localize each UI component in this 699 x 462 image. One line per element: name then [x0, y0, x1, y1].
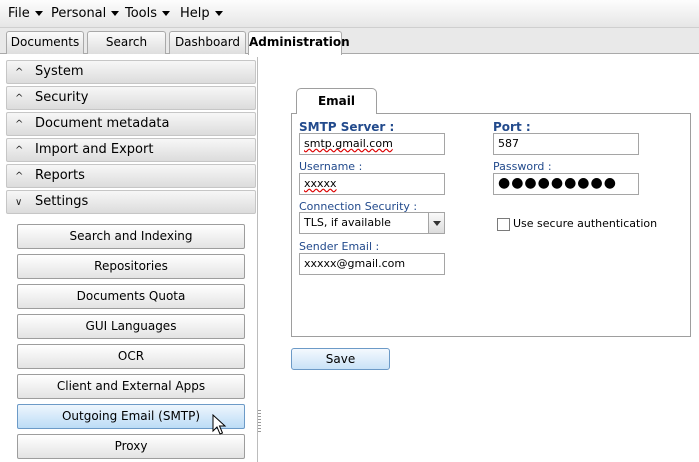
sidebar-section-import-export[interactable]: ^ Import and Export — [6, 138, 256, 162]
smtp-server-value: smtp.gmail.com — [304, 137, 393, 150]
secure-auth-checkbox[interactable] — [497, 218, 510, 231]
chevron-up-icon: ^ — [15, 93, 24, 104]
password-label: Password : — [493, 160, 552, 173]
chevron-up-icon: ^ — [15, 119, 24, 130]
smtp-server-label: SMTP Server : — [299, 120, 395, 134]
connection-security-value: TLS, if available — [304, 216, 391, 229]
sidebar-section-label: Import and Export — [35, 142, 154, 157]
sidebar-section-label: System — [35, 64, 84, 79]
sidebar-section-label: Document metadata — [35, 116, 170, 131]
chevron-down-icon — [162, 11, 171, 16]
settings-proxy-button[interactable]: Proxy — [17, 434, 245, 459]
chevron-down-icon — [34, 11, 43, 16]
save-button[interactable]: Save — [291, 348, 390, 370]
menu-tools[interactable]: Tools — [125, 6, 171, 21]
port-input[interactable]: 587 — [493, 133, 639, 155]
tab-administration[interactable]: Administration — [248, 31, 350, 55]
chevron-up-icon: ^ — [15, 145, 24, 156]
sidebar-section-label: Settings — [35, 194, 89, 209]
sidebar-section-label: Security — [35, 90, 89, 105]
settings-outgoing-email-button[interactable]: Outgoing Email (SMTP) — [17, 404, 245, 429]
secure-auth-label: Use secure authentication — [513, 217, 658, 230]
connection-security-select[interactable]: TLS, if available — [299, 212, 445, 234]
chevron-up-icon: ^ — [15, 171, 24, 182]
settings-ocr-button[interactable]: OCR — [17, 344, 245, 369]
menu-file[interactable]: File — [8, 6, 43, 21]
sidebar-section-settings[interactable]: ∨ Settings — [6, 190, 256, 214]
username-label: Username : — [299, 160, 363, 173]
panel-splitter-handle[interactable] — [258, 410, 261, 432]
settings-documents-quota-button[interactable]: Documents Quota — [17, 284, 245, 309]
sidebar-section-system[interactable]: ^ System — [6, 60, 256, 84]
port-label: Port : — [493, 120, 531, 134]
tab-dashboard[interactable]: Dashboard — [169, 31, 246, 54]
mouse-pointer-icon — [212, 414, 227, 435]
chevron-down-icon — [111, 11, 120, 16]
admin-sidebar: ^ System ^ Security ^ Document metadata ^ Im… — [4, 57, 258, 462]
menu-personal-label: Personal — [51, 6, 107, 21]
chevron-down-icon: ∨ — [15, 197, 23, 208]
sidebar-section-reports[interactable]: ^ Reports — [6, 164, 256, 188]
menu-help[interactable]: Help — [180, 6, 223, 21]
menu-file-label: File — [8, 6, 30, 21]
sidebar-section-label: Reports — [35, 168, 85, 183]
settings-gui-languages-button[interactable]: GUI Languages — [17, 314, 245, 339]
tab-bar: Documents Search Dashboard Administratio… — [0, 28, 699, 55]
tab-documents[interactable]: Documents — [6, 31, 84, 54]
sender-email-label: Sender Email : — [299, 240, 380, 253]
smtp-server-input[interactable]: smtp.gmail.com — [299, 133, 445, 155]
chevron-down-icon[interactable] — [428, 213, 444, 233]
menu-personal[interactable]: Personal — [51, 6, 120, 21]
chevron-up-icon: ^ — [15, 67, 24, 78]
tab-email[interactable]: Email — [296, 88, 377, 114]
menu-tools-label: Tools — [125, 6, 158, 21]
settings-search-indexing-button[interactable]: Search and Indexing — [17, 224, 245, 249]
settings-repositories-button[interactable]: Repositories — [17, 254, 245, 279]
username-input[interactable]: xxxxx — [299, 173, 445, 195]
settings-client-external-apps-button[interactable]: Client and External Apps — [17, 374, 245, 399]
menu-bar: File Personal Tools Help — [0, 0, 699, 28]
sidebar-section-document-metadata[interactable]: ^ Document metadata — [6, 112, 256, 136]
password-input[interactable]: ●●●●●●●●● — [493, 173, 639, 195]
menu-help-label: Help — [180, 6, 210, 21]
username-value: xxxxx — [304, 177, 337, 190]
sender-email-input[interactable]: xxxxx@gmail.com — [299, 253, 445, 275]
chevron-down-icon — [214, 11, 223, 16]
tab-search[interactable]: Search — [87, 31, 166, 54]
sidebar-section-security[interactable]: ^ Security — [6, 86, 256, 110]
